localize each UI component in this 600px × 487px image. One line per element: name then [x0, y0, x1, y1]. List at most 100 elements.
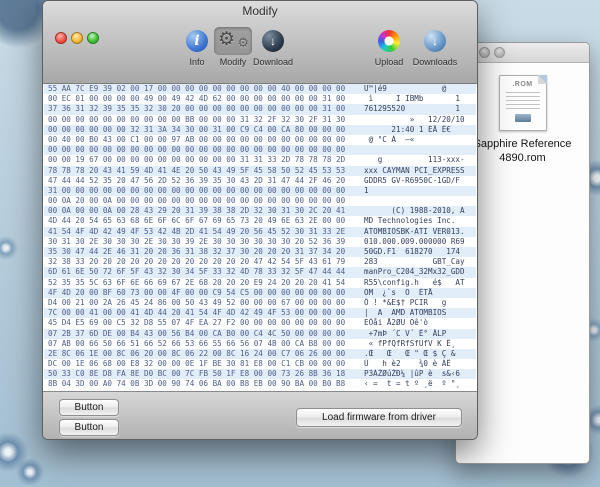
- zoom-icon[interactable]: [87, 32, 99, 44]
- hex-row[interactable]: 00 00 00 00 00 00 32 31 3A 34 30 00 31 0…: [44, 124, 476, 135]
- hex-ascii: ì I IBMb 1: [364, 94, 465, 104]
- hex-row[interactable]: 52 35 35 5C 63 6F 6E 66 69 67 2E 68 20 2…: [44, 278, 476, 288]
- minimize-icon[interactable]: [71, 32, 83, 44]
- hex-row[interactable]: 00 00 00 00 00 00 00 00 00 00 00 00 00 0…: [44, 145, 476, 156]
- hex-row[interactable]: 4F 4D 20 00 BF 60 73 00 00 4F 00 00 C9 5…: [44, 287, 476, 298]
- hex-bytes: 00 00 00 00 00 00 00 00 00 00 00 00 00 0…: [48, 145, 346, 155]
- hex-ascii: OM ¿`s O ÉTÅ: [364, 287, 465, 297]
- toolbar-label: Info: [189, 57, 205, 67]
- hex-ascii: (C) 1988-2010, A: [364, 206, 465, 216]
- hex-bytes: 52 35 35 5C 63 6F 6E 66 69 67 2E 68 20 2…: [48, 277, 346, 287]
- hex-ascii: 1: [364, 185, 465, 195]
- titlebar[interactable]: Modify i Info ⚙ ⚙ Modify ↓ Download Uplo…: [43, 1, 477, 84]
- hex-ascii: manPro_C204_32Mx32_GDD: [364, 267, 465, 277]
- gears-icon: ⚙ ⚙: [218, 29, 249, 50]
- hex-bytes: 41 54 4F 4D 42 49 4F 53 42 4B 2D 41 54 4…: [48, 226, 346, 236]
- hex-row[interactable]: 47 44 44 52 35 20 47 56 2D 52 36 39 35 3…: [44, 176, 476, 186]
- hex-bytes: 78 78 78 20 43 41 59 4D 41 4E 20 50 43 4…: [48, 165, 346, 175]
- hex-row[interactable]: 4D 44 20 54 65 63 68 6E 6F 6C 6F 67 69 6…: [44, 216, 476, 226]
- close-icon[interactable]: [55, 32, 67, 44]
- hex-row[interactable]: 2E 8C 06 1E 00 8C 06 20 00 8C 06 22 00 8…: [44, 348, 476, 360]
- hex-row[interactable]: 6D 61 6E 50 72 6F 5F 43 32 30 34 5F 33 3…: [44, 267, 476, 278]
- hex-ascii: 010.000.009.000000 R69: [364, 236, 465, 246]
- page-fold-icon: [537, 75, 547, 84]
- hex-row[interactable]: 55 AA 7C E9 39 02 00 17 00 00 00 00 00 0…: [44, 84, 476, 95]
- hex-row[interactable]: 50 33 C0 8E D8 FA 8E D0 BC 00 7C FB 50 1…: [44, 369, 476, 380]
- hex-ascii: GDDR5 GV-R6950C-1GD/F: [364, 175, 465, 185]
- download-sphere-icon: ↓: [262, 30, 284, 52]
- hex-bytes: 30 31 30 2E 30 30 30 2E 30 30 39 2E 30 3…: [48, 236, 346, 246]
- window-title: Modify: [242, 4, 278, 18]
- hex-ascii: Ü h è2 ¾0 è ÁË: [364, 359, 465, 369]
- hex-ascii: R55\config.h é$ AT: [364, 277, 465, 287]
- hex-ascii: Ô ! *&E$† PCIR g: [364, 297, 465, 307]
- hex-row[interactable]: 32 38 33 20 20 20 20 20 20 20 20 20 20 2…: [44, 257, 476, 267]
- hex-bytes: 00 0A 00 00 0A 00 28 43 29 20 31 39 38 3…: [48, 206, 346, 216]
- info-icon: i: [186, 30, 208, 52]
- hex-row[interactable]: 41 54 4F 4D 42 49 4F 53 42 4B 2D 41 54 4…: [44, 226, 476, 237]
- hex-ascii: @ °C Á —«: [364, 134, 465, 144]
- hex-row[interactable]: 00 40 00 B0 43 00 C1 00 00 97 AB 00 00 0…: [44, 135, 476, 145]
- hex-ascii: 50GD.F1 618270 174: [364, 247, 465, 256]
- hex-row[interactable]: D4 00 21 00 2A 26 45 24 86 00 50 43 49 5…: [44, 298, 476, 308]
- downloads-icon: ↓: [424, 30, 446, 52]
- hex-ascii: .Œ Œ Œ " Œ $ Ç &: [364, 348, 465, 358]
- hex-ascii: MD Technologies Inc.: [364, 216, 465, 226]
- minimize-icon[interactable]: [479, 47, 490, 58]
- rom-file-icon[interactable]: .ROM: [498, 75, 547, 131]
- hex-bytes: 00 00 19 67 00 00 00 00 00 00 00 00 00 0…: [48, 155, 346, 165]
- hex-row[interactable]: 00 00 00 00 00 00 00 00 00 00 BB 00 00 0…: [44, 115, 476, 125]
- modify-window: Modify i Info ⚙ ⚙ Modify ↓ Download Uplo…: [42, 0, 478, 440]
- hex-row[interactable]: 00 0A 20 00 0A 00 00 00 00 00 00 00 00 0…: [44, 196, 476, 206]
- hex-row[interactable]: 00 00 19 67 00 00 00 00 00 00 00 00 00 0…: [44, 155, 476, 165]
- hex-row[interactable]: 37 36 31 32 39 35 35 32 30 20 00 00 00 0…: [44, 104, 476, 115]
- toolbar-label: Upload: [374, 57, 404, 67]
- hex-ascii: EÔåi Å2ØU Oê'ò: [364, 318, 465, 328]
- hex-row[interactable]: 35 30 47 44 2E 46 31 20 20 36 31 38 32 3…: [44, 247, 476, 258]
- hex-row[interactable]: 8B 04 3D 00 A0 74 0B 3D 00 90 74 06 BA 0…: [44, 379, 476, 389]
- toolbar-label: Downloads: [412, 57, 458, 67]
- toolbar-item-upload[interactable]: Upload: [363, 27, 415, 67]
- hex-row[interactable]: 78 78 78 20 43 41 59 4D 41 4E 20 50 43 4…: [44, 165, 476, 176]
- toolbar-item-download[interactable]: ↓ Download: [247, 27, 299, 67]
- hex-ascii: « fPfQfRfSfUfV K Ê¸: [364, 338, 465, 348]
- color-wheel-icon: [378, 30, 400, 52]
- hex-row[interactable]: DC 00 1E 06 68 00 E8 32 00 00 0E 1F BE 3…: [44, 359, 476, 369]
- hex-rows: 55 AA 7C E9 39 02 00 17 00 00 00 00 00 0…: [44, 84, 476, 390]
- hex-editor[interactable]: 55 AA 7C E9 39 02 00 17 00 00 00 00 00 0…: [44, 84, 476, 391]
- hex-row[interactable]: 7C 00 00 41 00 00 41 4D 44 20 41 54 4F 4…: [44, 308, 476, 319]
- toolbar-label: Download: [252, 57, 294, 67]
- zoom-icon[interactable]: [494, 47, 505, 58]
- hex-ascii: ATOMBIOSBK-ATI VER013.: [364, 226, 465, 236]
- hex-row[interactable]: 00 EC 01 00 00 00 00 49 00 49 42 4D 62 0…: [44, 94, 476, 104]
- hex-row[interactable]: 31 00 00 00 00 00 00 00 00 00 00 00 00 0…: [44, 185, 476, 197]
- toolbar-item-downloads[interactable]: ↓ Downloads: [409, 27, 461, 67]
- hex-row[interactable]: 07 2B 37 6D DE 00 B4 43 00 56 B4 00 CA B…: [44, 328, 476, 339]
- hex-bytes: 50 33 C0 8E D8 FA 8E D0 BC 00 7C FB 50 1…: [48, 369, 346, 379]
- hex-ascii: P3ÀŽØúŽÐ¼ |ûP è s&‹6: [364, 369, 465, 379]
- hex-ascii: xxx CAYMAN PCI_EXPRESS: [364, 165, 465, 175]
- hex-bytes: D4 00 21 00 2A 26 45 24 86 00 50 43 49 5…: [48, 297, 346, 307]
- button-top[interactable]: Button: [59, 399, 119, 416]
- hex-bytes: 35 30 47 44 2E 46 31 20 20 36 31 38 32 3…: [48, 247, 346, 256]
- hex-row[interactable]: 30 31 30 2E 30 30 30 2E 30 30 39 2E 30 3…: [44, 237, 476, 247]
- hex-ascii: | A AMD ATOMBIOS: [364, 308, 465, 318]
- rom-chip-icon: [514, 114, 531, 122]
- hex-bytes: 00 0A 20 00 0A 00 00 00 00 00 00 00 00 0…: [48, 196, 346, 206]
- hex-row[interactable]: 45 D4 E5 69 00 C5 32 D8 55 07 4F EA 27 F…: [44, 318, 476, 328]
- hex-bytes: 32 38 33 20 20 20 20 20 20 20 20 20 20 2…: [48, 257, 346, 267]
- hex-bytes: 00 00 00 00 00 00 00 00 00 00 BB 00 00 0…: [48, 114, 346, 124]
- rom-icon-textlines: [505, 92, 540, 112]
- hex-bytes: 00 EC 01 00 00 00 00 49 00 49 42 4D 62 0…: [48, 94, 346, 104]
- load-firmware-button[interactable]: Load firmware from driver: [296, 408, 462, 427]
- toolbar-label: Modify: [219, 57, 247, 67]
- hex-bytes: 47 44 44 52 35 20 47 56 2D 52 36 39 35 3…: [48, 175, 346, 185]
- hex-bytes: 4D 44 20 54 65 63 68 6E 6F 6C 6F 67 69 6…: [48, 216, 346, 226]
- hex-ascii: » 12/20/10: [364, 114, 465, 124]
- hex-bytes: 2E 8C 06 1E 00 8C 06 20 00 8C 06 22 00 8…: [48, 348, 346, 358]
- hex-row[interactable]: 07 AB 00 66 50 66 51 66 52 66 53 66 55 6…: [44, 339, 476, 349]
- hex-row[interactable]: 00 0A 00 00 0A 00 28 43 29 20 31 39 38 3…: [44, 206, 476, 217]
- button-bottom[interactable]: Button: [59, 419, 119, 436]
- hex-ascii: ‹ = t = t º ¸ë º °¸: [364, 379, 465, 389]
- bottom-bar: Button Button Load firmware from driver: [43, 391, 477, 439]
